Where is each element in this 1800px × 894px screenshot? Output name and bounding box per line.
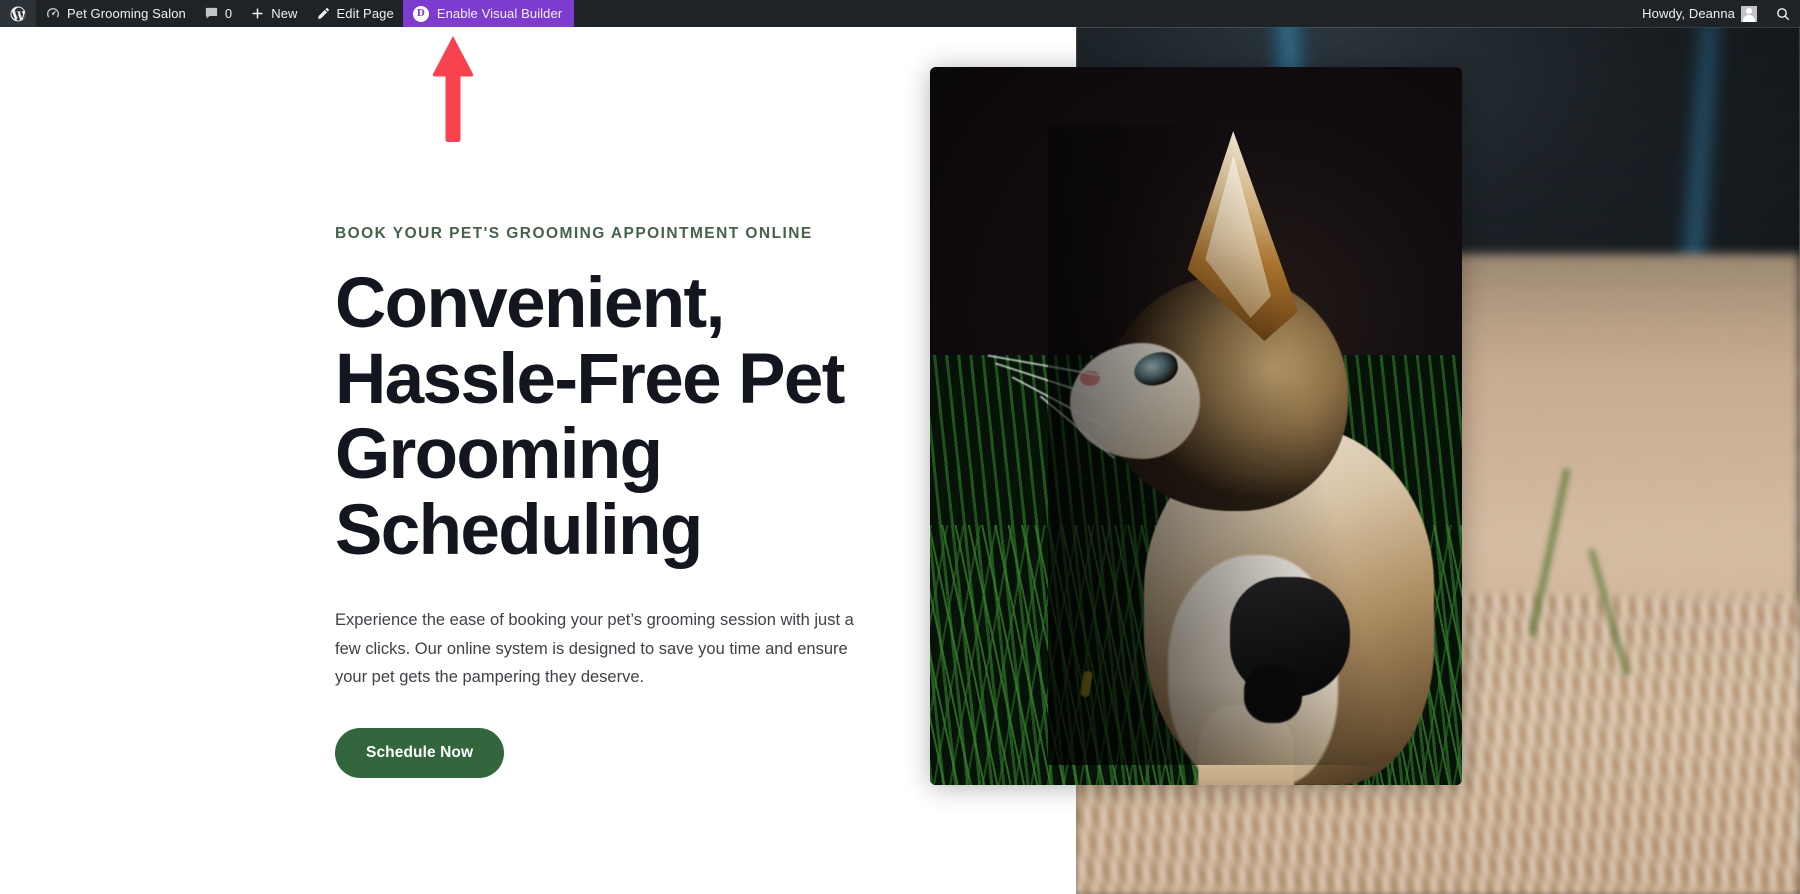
comments-count: 0 xyxy=(224,6,233,21)
user-avatar-icon xyxy=(1741,5,1757,22)
enable-visual-builder-button[interactable]: D Enable Visual Builder xyxy=(402,0,575,27)
wordpress-logo-icon xyxy=(9,5,27,23)
my-account-menu[interactable]: Howdy, Deanna xyxy=(1633,0,1766,27)
site-name-menu[interactable]: Pet Grooming Salon xyxy=(36,0,195,27)
dashboard-speedometer-icon xyxy=(45,6,61,22)
edit-page-label: Edit Page xyxy=(336,6,394,21)
hero-body-text: Experience the ease of booking your pet’… xyxy=(335,611,854,687)
schedule-now-button[interactable]: Schedule Now xyxy=(335,727,505,778)
search-icon xyxy=(1775,6,1791,22)
admin-bar-spacer xyxy=(574,0,1633,27)
hero-eyebrow: BOOK YOUR PET'S GROOMING APPOINTMENT ONL… xyxy=(335,225,813,242)
new-content-label: New xyxy=(271,6,298,21)
page-title: Convenient, Hassle-Free Pet Grooming Sch… xyxy=(335,264,845,570)
admin-bar-search-button[interactable] xyxy=(1766,0,1800,27)
page-canvas: BOOK YOUR PET'S GROOMING APPOINTMENT ONL… xyxy=(0,27,1800,894)
enable-visual-builder-label: Enable Visual Builder xyxy=(436,6,563,21)
comments-menu[interactable]: 0 xyxy=(195,0,241,27)
wp-admin-bar: Pet Grooming Salon 0 New Edit Page D Ena… xyxy=(0,0,1800,27)
edit-page-menu[interactable]: Edit Page xyxy=(307,0,403,27)
hero-foreground-image xyxy=(930,67,1462,785)
cat-photo-shadow-overlay xyxy=(1048,125,1448,765)
hero-text-block: BOOK YOUR PET'S GROOMING APPOINTMENT ONL… xyxy=(335,225,865,778)
cat-subject xyxy=(987,125,1448,785)
comment-bubble-icon xyxy=(204,6,219,21)
wp-logo-menu[interactable] xyxy=(0,0,36,27)
site-name-label: Pet Grooming Salon xyxy=(67,6,186,21)
divi-logo-icon: D xyxy=(412,5,429,22)
plus-icon xyxy=(250,6,265,21)
pencil-icon xyxy=(316,6,331,21)
howdy-label: Howdy, Deanna xyxy=(1642,6,1735,21)
new-content-menu[interactable]: New xyxy=(241,0,306,27)
